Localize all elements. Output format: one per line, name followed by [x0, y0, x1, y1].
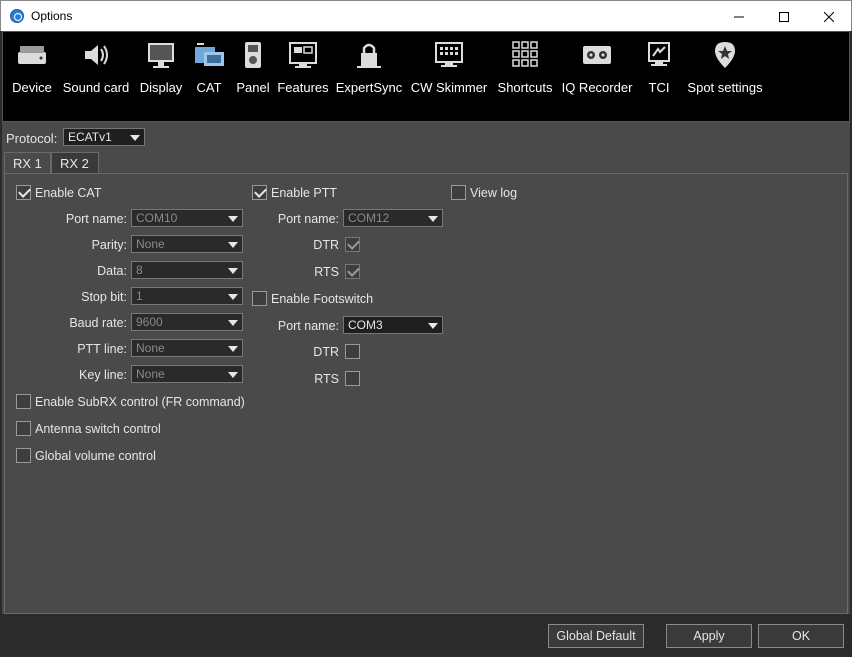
chevron-down-icon: [428, 216, 438, 222]
enable-ptt-checkbox[interactable]: [252, 185, 267, 200]
close-icon: [824, 12, 834, 23]
window-title: Options: [31, 9, 73, 23]
footswitch-port-label: Port name:: [277, 319, 339, 333]
view-log-label: View log: [470, 186, 518, 200]
toolbar-item-sound-card[interactable]: Sound card: [59, 38, 133, 118]
ptt-dtr-checkbox[interactable]: [345, 237, 360, 252]
toolbar-item-expertsync[interactable]: ExpertSync: [335, 38, 403, 118]
chevron-down-icon: [130, 135, 140, 141]
cat-stop-bit-select[interactable]: 1: [131, 287, 243, 305]
footswitch-dtr-label: DTR: [313, 345, 339, 359]
toolbar-item-shortcuts[interactable]: Shortcuts: [495, 38, 555, 118]
global-volume-label: Global volume control: [35, 449, 156, 463]
enable-footswitch-label: Enable Footswitch: [271, 292, 374, 306]
chevron-down-icon: [428, 323, 438, 329]
chevron-down-icon: [228, 294, 238, 300]
ptt-dtr-label: DTR: [313, 238, 339, 252]
toolbar-item-spot-settings[interactable]: Spot settings: [683, 38, 767, 118]
minimize-icon: [734, 16, 744, 18]
enable-cat-label: Enable CAT: [35, 186, 102, 200]
cat-port-label: Port name:: [65, 212, 127, 226]
chevron-down-icon: [228, 268, 238, 274]
view-log-checkbox[interactable]: [451, 185, 466, 200]
options-content: Protocol: ECATv1 RX 1 RX 2 Enable CAT Po…: [2, 122, 850, 622]
footswitch-port-select[interactable]: COM3: [343, 316, 443, 334]
antenna-switch-checkbox[interactable]: [16, 421, 31, 436]
cat-baud-rate-label: Baud rate:: [69, 316, 127, 330]
rx1-panel: Enable CAT Port name: COM10 Parity: None…: [4, 173, 848, 614]
enable-cat-checkbox[interactable]: [16, 185, 31, 200]
apply-button[interactable]: Apply: [666, 624, 752, 648]
cat-parity-select[interactable]: None: [131, 235, 243, 253]
cat-ptt-line-label: PTT line:: [77, 342, 127, 356]
cat-parity-label: Parity:: [91, 238, 127, 252]
chevron-down-icon: [228, 346, 238, 352]
location-icon: [715, 42, 735, 68]
cat-port-select[interactable]: COM10: [131, 209, 243, 227]
tape-icon: [583, 46, 611, 64]
global-volume-checkbox[interactable]: [16, 448, 31, 463]
toolbar-item-device[interactable]: Device: [9, 38, 55, 118]
toolbar-item-display[interactable]: Display: [137, 38, 185, 118]
features-icon: [289, 42, 317, 68]
footswitch-dtr-checkbox[interactable]: [345, 344, 360, 359]
grid-icon: [512, 41, 538, 67]
cat-icon: [195, 43, 224, 66]
speaker-icon: [85, 45, 108, 65]
cat-ptt-line-select[interactable]: None: [131, 339, 243, 357]
tci-icon: [648, 42, 670, 66]
enable-footswitch-checkbox[interactable]: [252, 291, 267, 306]
footswitch-rts-checkbox[interactable]: [345, 371, 360, 386]
bottom-bar: Global Default Apply OK: [2, 614, 850, 657]
minimize-button[interactable]: [716, 1, 762, 31]
lock-icon: [357, 43, 381, 68]
toolbar-item-panel[interactable]: Panel: [233, 38, 273, 118]
maximize-button[interactable]: [761, 1, 807, 31]
chevron-down-icon: [228, 242, 238, 248]
cat-data-label: Data:: [97, 264, 127, 278]
device-icon: [18, 46, 46, 64]
ok-button[interactable]: OK: [758, 624, 844, 648]
toolbar-item-cw-skimmer[interactable]: CW Skimmer: [409, 38, 489, 118]
toolbar-item-iq-recorder[interactable]: IQ Recorder: [559, 38, 635, 118]
ptt-port-label: Port name:: [277, 212, 339, 226]
toolbar-item-features[interactable]: Features: [277, 38, 329, 118]
cat-baud-rate-select[interactable]: 9600: [131, 313, 243, 331]
toolbar-item-cat[interactable]: CAT: [189, 38, 229, 118]
monitor-icon: [148, 43, 174, 68]
cat-stop-bit-label: Stop bit:: [81, 290, 127, 304]
ptt-port-select[interactable]: COM12: [343, 209, 443, 227]
ptt-rts-checkbox[interactable]: [345, 264, 360, 279]
protocol-select[interactable]: ECATv1: [63, 128, 145, 146]
keyboard-icon: [435, 42, 463, 67]
cat-key-line-select[interactable]: None: [131, 365, 243, 383]
close-button[interactable]: [806, 1, 852, 31]
antenna-switch-label: Antenna switch control: [35, 422, 161, 436]
chevron-down-icon: [228, 320, 238, 326]
footswitch-rts-label: RTS: [314, 372, 339, 386]
cat-key-line-label: Key line:: [79, 368, 127, 382]
options-toolbar: Device Sound card Display CAT Panel Feat…: [2, 31, 850, 122]
tab-rx1[interactable]: RX 1: [4, 152, 51, 173]
tab-rx2[interactable]: RX 2: [51, 152, 99, 173]
enable-subrx-label: Enable SubRX control (FR command): [35, 395, 245, 409]
toolbar-item-tci[interactable]: TCI: [641, 38, 677, 118]
chevron-down-icon: [228, 372, 238, 378]
protocol-label: Protocol:: [6, 131, 58, 146]
app-icon: [10, 9, 24, 23]
cat-data-select[interactable]: 8: [131, 261, 243, 279]
chevron-down-icon: [228, 216, 238, 222]
panel-icon: [245, 42, 261, 68]
ptt-rts-label: RTS: [314, 265, 339, 279]
maximize-icon: [779, 12, 789, 23]
title-bar: Options: [0, 0, 852, 31]
global-default-button[interactable]: Global Default: [548, 624, 644, 648]
enable-ptt-label: Enable PTT: [271, 186, 338, 200]
enable-subrx-checkbox[interactable]: [16, 394, 31, 409]
